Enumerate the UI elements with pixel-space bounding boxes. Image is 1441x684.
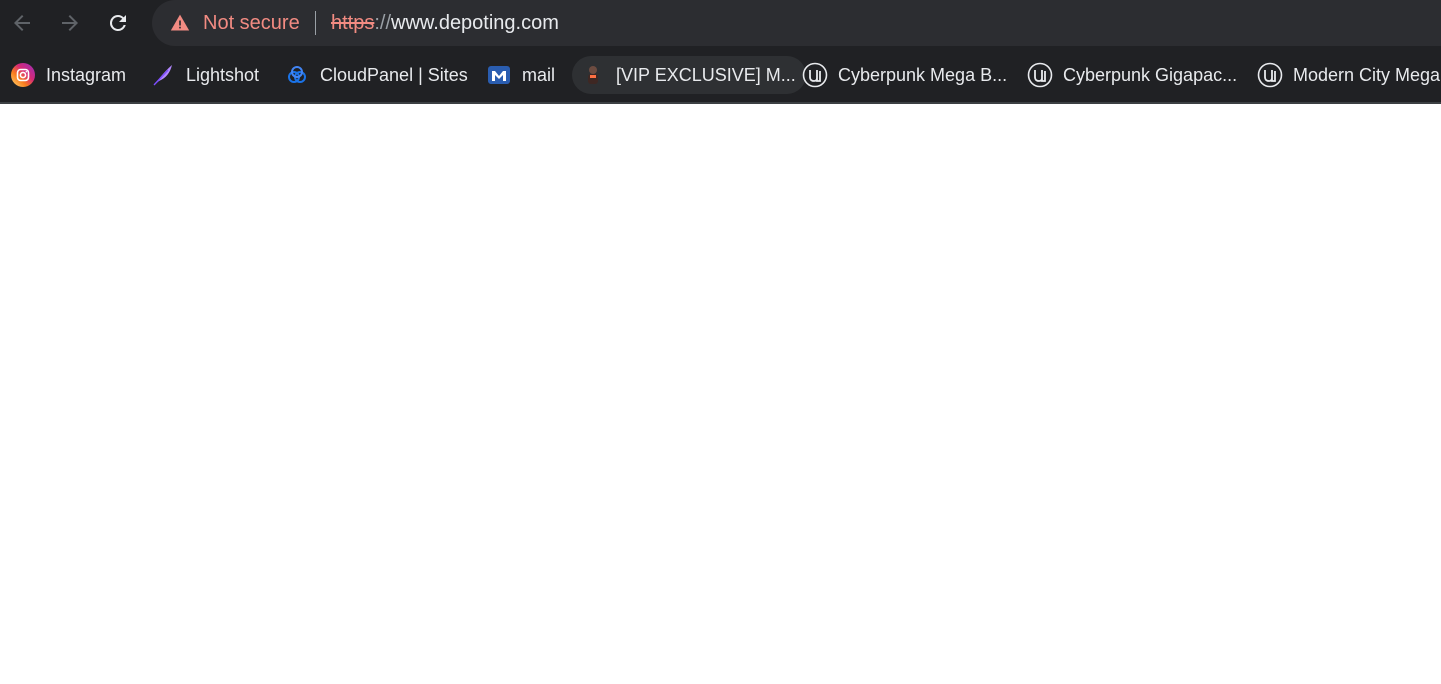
bookmark-label: mail: [522, 65, 556, 85]
bookmark-instagram[interactable]: Instagram: [10, 56, 126, 94]
url-separator: ://: [374, 12, 392, 34]
bookmark-lightshot[interactable]: Lightshot: [150, 56, 259, 94]
bookmark-label: Lightshot: [186, 65, 260, 85]
not-secure-label[interactable]: Not secure: [203, 10, 300, 36]
url-scheme: https: [331, 12, 375, 34]
browser-toolbar: Not secure https://www.depoting.com: [0, 0, 1441, 48]
reload-button[interactable]: [101, 6, 135, 40]
bookmark-cloudpanel[interactable]: CloudPanel | Sites: [284, 56, 468, 94]
unreal-engine-icon: [1027, 62, 1053, 88]
forward-button[interactable]: [53, 6, 87, 40]
url-host: www.depoting.com: [391, 12, 559, 34]
mail-m-icon: [486, 62, 512, 88]
arrow-right-icon: [62, 15, 78, 31]
bookmark-modern-city[interactable]: Modern City Mega: [1257, 56, 1440, 94]
cloud-icon: [284, 62, 310, 88]
reload-icon: [109, 14, 126, 31]
address-bar[interactable]: Not secure https://www.depoting.com: [152, 0, 1441, 46]
unreal-engine-icon: [802, 62, 828, 88]
bookmark-label: Cyberpunk Gigapac...: [1063, 65, 1238, 85]
page-content: [0, 104, 1441, 684]
bookmark-label: Modern City Mega: [1293, 65, 1441, 85]
omnibox-divider: [315, 11, 316, 35]
unreal-engine-icon: [1257, 62, 1283, 88]
bookmark-label: Cyberpunk Mega B...: [838, 65, 1008, 85]
bookmark-cyberpunk-gigapack[interactable]: Cyberpunk Gigapac...: [1027, 56, 1237, 94]
arrow-left-icon: [14, 15, 30, 31]
bookmark-label: Instagram: [46, 65, 127, 85]
back-button[interactable]: [5, 6, 39, 40]
instagram-icon: [10, 62, 36, 88]
url-text[interactable]: https://www.depoting.com: [331, 10, 559, 36]
bookmark-mail[interactable]: mail: [486, 56, 555, 94]
bookmark-label: CloudPanel | Sites: [320, 65, 468, 85]
bookmark-cyberpunk-mega[interactable]: Cyberpunk Mega B...: [802, 56, 1007, 94]
warning-triangle-icon[interactable]: [170, 13, 190, 33]
bookmark-vip-exclusive[interactable]: [VIP EXCLUSIVE] M...: [572, 56, 806, 94]
character-avatar-icon: [580, 62, 606, 88]
bookmark-label: [VIP EXCLUSIVE] M...: [616, 65, 796, 85]
bookmarks-bar: Instagram Lightshot CloudPanel | Sites m…: [0, 48, 1441, 104]
feather-icon: [150, 62, 176, 88]
